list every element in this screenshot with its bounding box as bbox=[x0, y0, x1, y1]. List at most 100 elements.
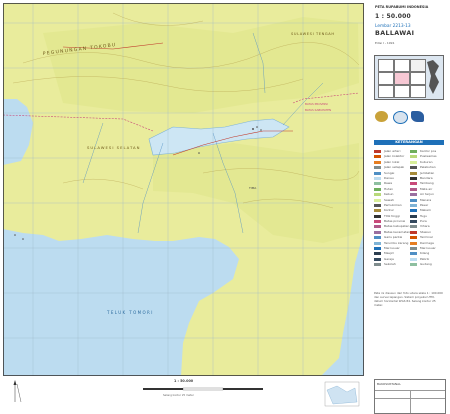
label-bay: TELUK TOMORI bbox=[106, 310, 154, 315]
legend-row: Sekolah Gudang bbox=[374, 262, 444, 267]
legend-label: Kuburan bbox=[420, 159, 433, 164]
legend-label: Makam bbox=[420, 208, 431, 213]
legend-label: Mata air bbox=[420, 186, 433, 191]
legend-symbol bbox=[374, 171, 381, 175]
legend-symbol bbox=[374, 263, 381, 267]
label-place: TIMA bbox=[248, 186, 257, 190]
legend-symbol bbox=[410, 171, 417, 175]
legend-panel: PETA RUPABUMI INDONESIA 1 : 50.000 Lemba… bbox=[368, 3, 447, 414]
legend-label: Air terjun bbox=[420, 192, 434, 197]
legend-symbol bbox=[410, 247, 417, 251]
locator-map bbox=[427, 60, 439, 94]
legend-list: Jalan arteri Kantor pos Jalan kolektor Pusk… bbox=[374, 149, 444, 268]
legend-symbol bbox=[374, 182, 381, 186]
map-frame: PEGUNUNGAN TOKOBU SULAWESI TENGAH SULAWE… bbox=[3, 3, 364, 376]
legend-title: KETERANGAN bbox=[374, 140, 444, 145]
legend-symbol bbox=[410, 193, 417, 197]
legend-label: Danau bbox=[384, 175, 394, 180]
legend-label: Batas kabupaten bbox=[384, 224, 410, 229]
legend-symbol bbox=[410, 160, 417, 164]
north-arrow-icon bbox=[13, 380, 22, 403]
legend-symbol bbox=[410, 241, 417, 245]
legend-label: Hutan bbox=[384, 186, 394, 191]
legend-label: Masjid bbox=[384, 251, 394, 256]
legend-label: Tugu bbox=[420, 213, 428, 218]
legend-symbol bbox=[410, 257, 417, 261]
legend-symbol bbox=[374, 247, 381, 251]
legend-symbol bbox=[410, 252, 417, 256]
legend-symbol bbox=[410, 263, 417, 267]
legend-symbol bbox=[410, 220, 417, 224]
legend-symbol bbox=[410, 225, 417, 229]
legend-symbol bbox=[374, 252, 381, 256]
legend-label: Batas kecamatan bbox=[384, 229, 411, 234]
legend-label: Pura bbox=[420, 219, 427, 224]
legend-symbol bbox=[374, 193, 381, 197]
legend-label: Terumbu karang bbox=[384, 240, 409, 245]
legend-symbol bbox=[374, 203, 381, 207]
legend-label: Jembatan bbox=[420, 170, 435, 175]
legend-symbol bbox=[410, 176, 417, 180]
legend-label: Jalan setapak bbox=[384, 165, 405, 170]
sheet-number: Lembar 2213-13 bbox=[375, 24, 411, 29]
legend-label: Puskesmas bbox=[420, 154, 437, 159]
bottom-strip: 1 : 50.000 Selang kontur 25 meter bbox=[3, 378, 364, 411]
bottom-scale-text: 1 : 50.000 bbox=[174, 379, 194, 383]
publisher-table: BAKOSURTANAL bbox=[374, 379, 446, 414]
legend-symbol bbox=[374, 176, 381, 180]
map-name: BALLAWAI bbox=[375, 30, 415, 37]
legend-label: Jalan kolektor bbox=[384, 154, 405, 159]
legend-symbol bbox=[374, 160, 381, 164]
legend-symbol bbox=[410, 150, 417, 153]
legend-symbol bbox=[410, 230, 417, 234]
legend-symbol bbox=[410, 236, 417, 240]
agency-logo-icon bbox=[393, 111, 408, 124]
legend-label: Menara bbox=[420, 197, 432, 202]
legend-label: Vihara bbox=[420, 224, 430, 229]
legend-label: Pemukiman bbox=[384, 202, 402, 207]
legend-symbol bbox=[374, 214, 381, 218]
legend-symbol bbox=[374, 241, 381, 245]
legend-symbol bbox=[374, 236, 381, 240]
legend-symbol bbox=[410, 187, 417, 191]
legend-label: Stasiun bbox=[420, 229, 432, 234]
label-province-mid: SULAWESI SELATAN bbox=[87, 145, 140, 150]
topographic-map: PEGUNUNGAN TOKOBU SULAWESI TENGAH SULAWE… bbox=[3, 3, 364, 376]
legend-label: Tambang bbox=[420, 181, 434, 186]
publisher: BAKOSURTANAL bbox=[377, 382, 401, 386]
legend-notes: Peta ini disusun dari foto udara skala 1… bbox=[374, 291, 443, 307]
legend-label: Jalan lokal bbox=[384, 159, 400, 164]
legend-symbol bbox=[410, 182, 417, 186]
scale-bar bbox=[143, 387, 263, 391]
legend-symbol bbox=[374, 155, 381, 159]
legend-label: Kilang bbox=[420, 251, 430, 256]
legend-label: Kontur bbox=[384, 208, 394, 213]
legend-label: Dermaga bbox=[420, 240, 434, 245]
legend-label: Pabrik bbox=[420, 256, 430, 261]
legend-label: Rawa bbox=[384, 181, 393, 186]
legend-symbol bbox=[410, 209, 417, 213]
bird-logo-icon bbox=[411, 111, 424, 122]
legend-label: Mercusuar bbox=[384, 246, 400, 251]
legend-symbol bbox=[374, 230, 381, 234]
legend-symbol bbox=[374, 198, 381, 202]
index-map bbox=[374, 55, 444, 100]
legend-label: Garis pantai bbox=[384, 235, 403, 240]
legend-label: Gereja bbox=[384, 256, 394, 261]
legend-symbol bbox=[410, 203, 417, 207]
edition: Edisi I - 1991 bbox=[375, 41, 395, 45]
scale-text: 1 : 50.000 bbox=[375, 13, 411, 20]
legend-symbol bbox=[374, 220, 381, 224]
inset-map bbox=[324, 381, 360, 407]
legend-symbol bbox=[374, 187, 381, 191]
legend-label: Pasar bbox=[420, 202, 429, 207]
map-sheet: PEGUNUNGAN TOKOBU SULAWESI TENGAH SULAWE… bbox=[0, 0, 450, 414]
legend-label: Kantor pos bbox=[420, 149, 437, 153]
legend-symbol bbox=[410, 166, 417, 170]
logos bbox=[375, 111, 445, 127]
legend-label: Titik tinggi bbox=[384, 213, 400, 218]
contour-note: Selang kontur 25 meter bbox=[163, 394, 194, 397]
legend-label: Sekolah bbox=[384, 262, 396, 267]
legend-label: Jalan arteri bbox=[384, 149, 401, 153]
emblem-icon bbox=[375, 111, 388, 122]
